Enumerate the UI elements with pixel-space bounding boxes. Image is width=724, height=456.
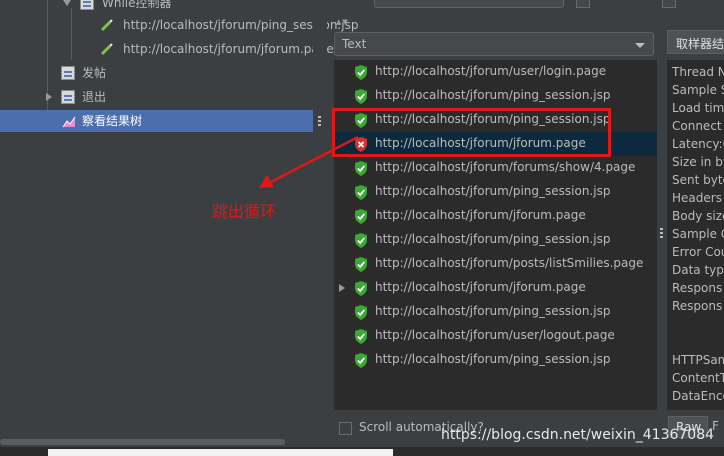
result-url: http://localhost/jforum/ping_session.jsp — [375, 304, 611, 318]
horizontal-scrollbar[interactable] — [0, 437, 313, 447]
bottom-bar — [48, 449, 393, 456]
result-row[interactable]: http://localhost/jforum/ping_session.jsp — [334, 300, 657, 324]
tree-guide-line — [71, 8, 72, 60]
tree-node-label: 退出 — [82, 90, 107, 104]
scroll-automatically-checkbox[interactable] — [339, 422, 352, 435]
detail-line: Body size — [672, 209, 724, 223]
result-row[interactable]: http://localhost/jforum/jforum.page — [334, 276, 657, 300]
collapse-arrows-icon[interactable]: ▲▼ — [336, 18, 349, 26]
detail-line: Thread N — [672, 65, 724, 79]
controller-icon — [61, 66, 75, 80]
annotation-label: 跳出循环 — [212, 202, 277, 221]
tree-node-label: While控制器 — [102, 0, 172, 10]
detail-line: ContentTy — [672, 371, 724, 385]
tree-node-sampler-ping-session[interactable]: http://localhost/jforum/ping_session.jsp — [96, 14, 358, 36]
success-shield-icon — [355, 281, 367, 296]
result-row[interactable]: http://localhost/jforum/posts/listSmilie… — [334, 252, 657, 276]
detail-line: Data type — [672, 263, 724, 277]
detail-line: Connect T — [672, 119, 724, 133]
detail-line: Headers — [672, 191, 722, 205]
watermark-text: https://blog.csdn.net/weixin_41367084 — [441, 427, 715, 443]
chart-listener-icon — [62, 116, 76, 128]
tree-node-label: http://localhost/jforum/jforum.page — [123, 42, 334, 56]
chevron-down-icon[interactable] — [63, 0, 71, 6]
tree-node-view-results-tree[interactable]: 察看结果树 — [0, 110, 313, 132]
annotation-highlight-box — [332, 108, 611, 157]
detail-line: Respons — [672, 281, 723, 295]
tree-node-sampler-jforum[interactable]: http://localhost/jforum/jforum.page — [96, 38, 334, 60]
result-url: http://localhost/jforum/posts/listSmilie… — [375, 256, 644, 270]
test-plan-tree: While控制器 http://localhost/jforum/ping_se… — [0, 0, 358, 446]
renderer-select[interactable]: Text — [334, 32, 654, 56]
result-url: http://localhost/jforum/ping_session.jsp — [375, 352, 611, 366]
pane-splitter[interactable] — [313, 0, 327, 446]
chevron-right-icon[interactable] — [339, 284, 345, 292]
result-url: http://localhost/jforum/ping_session.jsp — [375, 232, 611, 246]
detail-line: HTTPSam — [672, 353, 724, 367]
result-row[interactable]: http://localhost/jforum/ping_session.jsp — [334, 228, 657, 252]
success-shield-icon — [355, 257, 367, 272]
result-url: http://localhost/jforum/forums/show/4.pa… — [375, 160, 636, 174]
result-url: http://localhost/jforum/jforum.page — [375, 208, 586, 222]
chevron-down-icon[interactable] — [635, 43, 645, 48]
controller-icon — [61, 90, 75, 104]
detail-line: Latency:0 — [672, 137, 724, 151]
filter-input[interactable] — [374, 0, 564, 8]
detail-line: Size in by — [672, 155, 724, 169]
success-shield-icon — [355, 89, 367, 104]
detail-line: Sample C — [672, 227, 724, 241]
sampler-result-details: Thread N Sample S Load time Connect T Latenc… — [667, 60, 724, 410]
result-row[interactable]: http://localhost/jforum/ping_session.jsp — [334, 348, 657, 372]
annotation-arrow-icon — [259, 135, 359, 188]
result-row[interactable]: http://localhost/jforum/user/login.page — [334, 60, 657, 84]
result-row[interactable]: http://localhost/jforum/user/logout.page — [334, 324, 657, 348]
result-row[interactable]: http://localhost/jforum/ping_session.jsp — [334, 180, 657, 204]
detail-line: Error Cou — [672, 245, 724, 259]
tree-node-post[interactable]: 发帖 — [57, 62, 313, 84]
splitter-grip-icon[interactable] — [660, 228, 663, 240]
option-checkbox[interactable] — [576, 0, 590, 8]
controller-icon — [80, 0, 94, 10]
result-url: http://localhost/jforum/user/login.page — [375, 64, 607, 78]
bottom-strip — [0, 447, 724, 456]
success-shield-icon — [355, 305, 367, 320]
result-url: http://localhost/jforum/jforum.page — [375, 280, 586, 294]
detail-line: Sample S — [672, 83, 724, 97]
tab-sampler-result[interactable]: 取样器结 — [667, 30, 724, 54]
success-shield-icon — [355, 209, 367, 224]
success-shield-icon — [355, 233, 367, 248]
result-url: http://localhost/jforum/ping_session.jsp — [375, 184, 611, 198]
success-shield-icon — [355, 329, 367, 344]
success-shield-icon — [355, 65, 367, 80]
tree-node-logout[interactable]: 退出 — [40, 86, 313, 108]
detail-line: Respons — [672, 299, 723, 313]
detail-line: Sent bytes — [672, 173, 724, 187]
detail-line: DataEnco — [672, 389, 724, 403]
chevron-right-icon[interactable] — [46, 93, 52, 101]
renderer-select-value: Text — [342, 37, 367, 51]
result-url: http://localhost/jforum/ping_session.jsp — [375, 88, 611, 102]
result-url: http://localhost/jforum/user/logout.page — [375, 328, 615, 342]
success-shield-icon — [355, 353, 367, 368]
splitter-grip-icon[interactable] — [318, 116, 321, 128]
pipette-icon — [100, 19, 113, 32]
result-row[interactable]: http://localhost/jforum/forums/show/4.pa… — [334, 156, 657, 180]
detail-line: Load time — [672, 101, 724, 115]
result-row[interactable]: http://localhost/jforum/jforum.page — [334, 204, 657, 228]
tree-node-label: 发帖 — [82, 66, 107, 80]
scrollbar-thumb[interactable] — [0, 439, 285, 445]
pane-splitter[interactable] — [657, 0, 667, 446]
tree-node-while-controller[interactable]: While控制器 — [60, 0, 313, 14]
tab-label: 取样器结 — [676, 37, 724, 51]
result-row[interactable]: http://localhost/jforum/ping_session.jsp — [334, 84, 657, 108]
tree-node-label: 察看结果树 — [82, 114, 143, 128]
pipette-icon — [100, 43, 113, 56]
